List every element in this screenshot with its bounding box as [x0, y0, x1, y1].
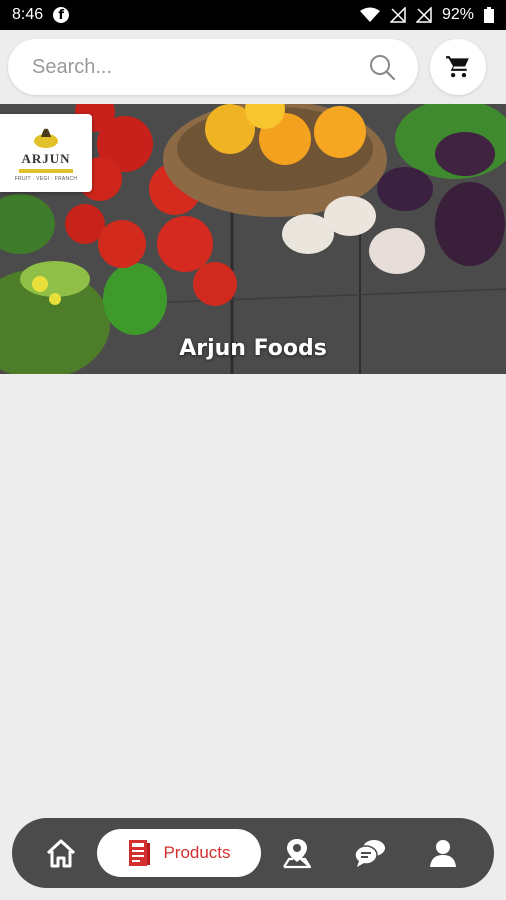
battery-icon: [484, 7, 494, 23]
cart-button[interactable]: [430, 39, 486, 95]
status-bar: 8:46 f 92%: [0, 0, 506, 30]
status-left: 8:46 f: [12, 6, 70, 24]
facebook-icon: f: [53, 7, 70, 23]
status-time: 8:46: [12, 6, 44, 23]
logo-tagline: FRUIT · VEGI · FRANCH: [14, 175, 78, 182]
cart-icon: [446, 56, 469, 78]
nav-products-label: Products: [163, 843, 231, 862]
user-icon: [430, 840, 457, 867]
top-bar: [0, 30, 506, 104]
search-box[interactable]: [8, 39, 418, 95]
home-icon: [46, 839, 75, 868]
no-signal-icon: [415, 7, 432, 23]
logo-mark-icon: [34, 128, 58, 148]
no-signal-icon: [389, 7, 406, 23]
status-right: 92%: [359, 6, 494, 24]
logo-strip: [19, 168, 73, 173]
logo-text: ARJUN: [21, 150, 71, 166]
nav-home[interactable]: [26, 829, 95, 877]
banner-caption: Arjun Foods: [179, 336, 327, 361]
battery-percent: 92%: [441, 6, 474, 23]
search-input[interactable]: [32, 55, 332, 79]
map-pin-icon: [283, 839, 312, 869]
catalog-icon: [129, 840, 151, 866]
search-icon[interactable]: [368, 53, 396, 81]
nav-chat[interactable]: [334, 829, 407, 877]
chat-icon: [354, 840, 386, 867]
hero-banner: ARJUN FRUIT · VEGI · FRANCH Arjun Foods: [0, 104, 506, 374]
nav-location[interactable]: [261, 829, 334, 877]
brand-logo: ARJUN FRUIT · VEGI · FRANCH: [0, 114, 92, 192]
nav-products[interactable]: Products: [97, 829, 261, 877]
nav-profile[interactable]: [407, 829, 480, 877]
bottom-nav: Products: [12, 818, 494, 888]
wifi-icon: [359, 7, 380, 22]
